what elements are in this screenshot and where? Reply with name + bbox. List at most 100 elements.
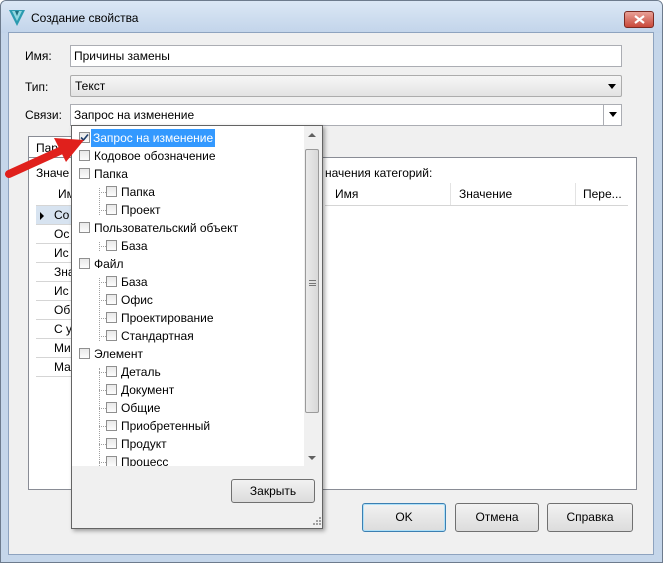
links-tree: Запрос на изменение Кодовое обозначение … <box>72 126 304 466</box>
name-input[interactable]: Причины замены <box>70 45 622 67</box>
tree-node-label: Запрос на изменение <box>91 129 216 147</box>
table-row[interactable]: Ис <box>36 244 72 263</box>
scroll-up-arrow-icon[interactable] <box>308 133 316 137</box>
table-cell: Ми <box>54 341 71 355</box>
tree-node-label: Элемент <box>94 347 143 361</box>
table-cell: С у <box>54 322 72 336</box>
tree-node-label: Приобретенный <box>121 419 211 433</box>
tree-connector <box>99 408 106 409</box>
checkbox[interactable] <box>106 276 117 287</box>
ok-button[interactable]: OK <box>362 503 446 532</box>
checkbox[interactable] <box>79 222 90 233</box>
checkbox[interactable] <box>106 186 117 197</box>
row-pointer-icon <box>40 212 44 220</box>
links-dropdown[interactable]: Запрос на изменение <box>70 104 622 126</box>
links-popup: Запрос на изменение Кодовое обозначение … <box>71 125 323 529</box>
table-cell: Ис <box>54 284 69 298</box>
checkbox[interactable] <box>106 204 117 215</box>
checkbox[interactable] <box>106 330 117 341</box>
table-cell: Ос <box>54 227 70 241</box>
tree-scrollbar[interactable] <box>304 127 321 465</box>
tree-node-label: Продукт <box>121 437 167 451</box>
checkbox[interactable] <box>106 438 117 449</box>
chevron-down-icon <box>608 84 616 89</box>
tree-node-label: База <box>121 275 148 289</box>
tree-connector <box>99 390 106 391</box>
table-row[interactable]: Ми <box>36 339 72 358</box>
table-cell: Об <box>54 303 71 317</box>
window-title: Создание свойства <box>31 11 139 25</box>
column-header-name[interactable]: Имя <box>325 183 449 205</box>
tree-node-label: Общие <box>121 401 161 415</box>
scrollbar-thumb[interactable] <box>305 149 319 413</box>
checkbox[interactable] <box>106 294 117 305</box>
tree-connector <box>99 300 106 301</box>
tree-node-label: Кодовое обозначение <box>94 149 216 163</box>
checkbox[interactable] <box>106 366 117 377</box>
tree-connector <box>99 192 106 193</box>
tree-connector <box>99 282 106 283</box>
checkbox[interactable] <box>79 258 90 269</box>
table-row[interactable]: Со <box>36 206 72 225</box>
tree-node-label: Офис <box>121 293 153 307</box>
table-cell: Со <box>54 208 70 222</box>
type-select-value: Текст <box>75 79 106 93</box>
scroll-down-arrow-icon[interactable] <box>308 456 316 460</box>
column-header-value[interactable]: Значение <box>450 183 574 205</box>
table-row[interactable]: Ос <box>36 225 72 244</box>
annotation-arrow-icon <box>5 138 84 178</box>
table-row[interactable]: Об <box>36 301 72 320</box>
links-dropdown-button[interactable] <box>603 105 621 125</box>
title-bar: Создание свойства <box>1 1 662 33</box>
checkbox[interactable] <box>106 312 117 323</box>
checkbox[interactable] <box>106 420 117 431</box>
tree-connector <box>99 426 106 427</box>
cancel-button[interactable]: Отмена <box>455 503 539 532</box>
left-grid-header: Им <box>36 183 75 206</box>
left-grid-col-name[interactable]: Им <box>54 183 75 205</box>
tree-node-label: Стандартная <box>121 329 194 343</box>
links-label: Связи: <box>25 108 62 122</box>
right-grid-header: Имя Значение Пере... <box>325 183 628 206</box>
table-cell: Зна <box>54 265 72 279</box>
checkbox[interactable] <box>79 348 90 359</box>
resize-grip-icon[interactable] <box>312 516 322 526</box>
tree-node-label: Деталь <box>121 365 161 379</box>
table-row[interactable]: С у <box>36 320 72 339</box>
right-grid-caption: начения категорий: <box>325 166 433 180</box>
help-button[interactable]: Справка <box>547 503 633 532</box>
close-popup-button[interactable]: Закрыть <box>231 479 315 503</box>
tree-node-label: Процесс <box>121 455 169 466</box>
tree-connector <box>99 246 106 247</box>
checkbox[interactable] <box>106 384 117 395</box>
tree-connector <box>99 372 106 373</box>
checkbox[interactable] <box>106 402 117 413</box>
chevron-down-icon <box>609 112 617 117</box>
type-label: Тип: <box>25 80 49 94</box>
table-cell: Ис <box>54 246 69 260</box>
checkbox[interactable] <box>106 456 117 466</box>
checkbox[interactable] <box>106 240 117 251</box>
name-label: Имя: <box>25 49 52 63</box>
table-row[interactable]: Ма <box>36 358 72 377</box>
tree-node-label: Папка <box>94 167 128 181</box>
close-icon <box>634 15 645 24</box>
tree-connector <box>99 462 106 463</box>
tree-connector <box>99 336 106 337</box>
links-dropdown-value: Запрос на изменение <box>74 108 195 122</box>
app-logo-icon <box>9 10 25 26</box>
tree-connector <box>99 368 100 466</box>
tree-node-label: База <box>121 239 148 253</box>
table-row[interactable]: Зна <box>36 263 72 282</box>
column-header-transfer[interactable]: Пере... <box>575 183 628 205</box>
type-select[interactable]: Текст <box>70 75 622 97</box>
tree-connector <box>99 210 106 211</box>
table-cell: Ма <box>54 360 71 374</box>
window-close-button[interactable] <box>624 11 654 28</box>
tree-node-label: Документ <box>121 383 175 397</box>
tree-connector <box>99 318 106 319</box>
tree-node-label: Папка <box>121 185 155 199</box>
tree-node-label: Проект <box>121 203 161 217</box>
table-row[interactable]: Ис <box>36 282 72 301</box>
tree-connector <box>99 278 100 341</box>
